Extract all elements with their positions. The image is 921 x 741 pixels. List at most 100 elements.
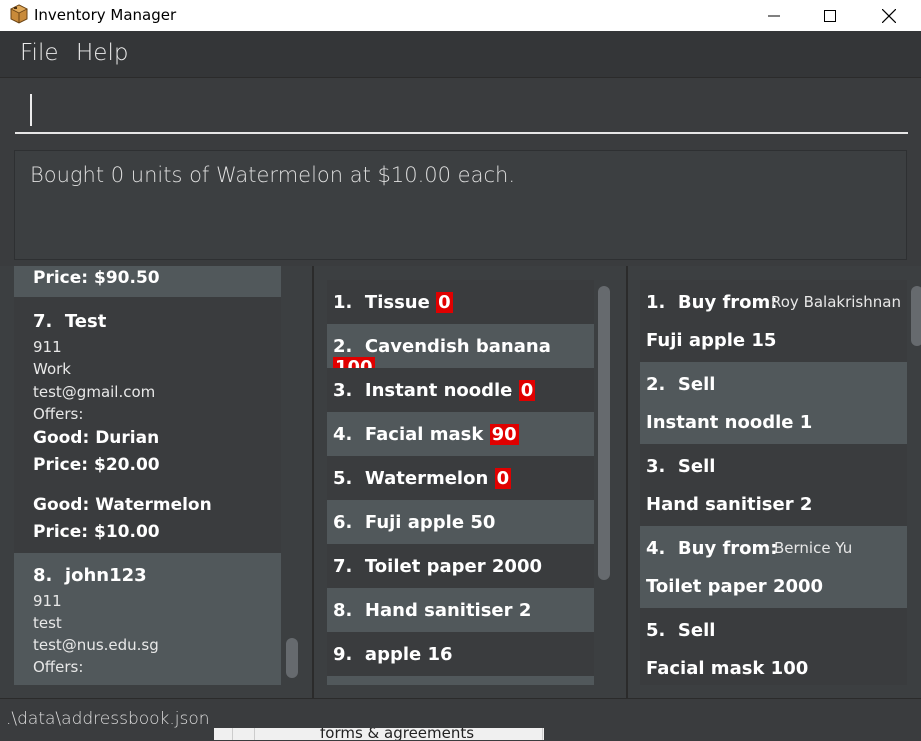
inventory-row[interactable]: 6. Fuji apple 50 (327, 500, 594, 544)
contact-address: test (33, 614, 62, 632)
result-text: Bought 0 units of Watermelon at $10.00 e… (30, 163, 515, 187)
contact-index: 8. (33, 565, 53, 586)
item-index: 9. (333, 644, 353, 665)
inventory-row[interactable]: 7. Toilet paper 2000 (327, 544, 594, 588)
item-name: apple (364, 644, 422, 665)
minimize-icon (768, 15, 780, 16)
item-quantity: 90 (489, 424, 519, 445)
inventory-row[interactable]: 9. apple 16 (327, 632, 594, 676)
item-quantity: 16 (427, 644, 453, 665)
item-name: Fuji apple (364, 512, 465, 533)
contact-card-7[interactable]: 7. Test 911 Work test@gmail.com Offers: … (14, 297, 281, 553)
item-quantity: 2000 (491, 556, 542, 577)
item-quantity: 0 (494, 468, 512, 489)
transaction-row[interactable]: 4. Buy from: Bernice Yu Toilet paper 200… (640, 526, 907, 608)
item-index: 1. (333, 292, 353, 313)
item-quantity: 50 (470, 512, 496, 533)
item-name: Cavendish banana (364, 336, 551, 357)
item-name: Tissue (364, 292, 430, 313)
text-caret (30, 94, 32, 126)
transaction-row[interactable]: 1. Buy from: Roy Balakrishnan Fuji apple… (640, 280, 907, 362)
contact-name: john123 (64, 565, 147, 586)
inventory-row[interactable]: 8. Hand sanitiser 2 (327, 588, 594, 632)
offer-price: Price: $10.00 (33, 522, 160, 542)
command-input[interactable] (15, 88, 908, 134)
background-text: forms & agreements (320, 728, 475, 740)
inventory-row[interactable]: 1. Tissue 0 (327, 280, 594, 324)
transaction-index: 1. (646, 292, 666, 313)
transactions-list[interactable]: 1. Buy from: Roy Balakrishnan Fuji apple… (640, 280, 907, 685)
transaction-type: Buy from: (677, 538, 778, 559)
list-item[interactable]: Price: $90.50 (14, 266, 281, 297)
close-button[interactable] (866, 0, 912, 31)
contact-header: 8. john123 (33, 565, 147, 586)
item-name: Toilet paper (364, 556, 486, 577)
item-name: Hand sanitiser (364, 600, 513, 621)
item-index: 4. (333, 424, 353, 445)
inventory-row[interactable]: 3. Instant noodle 0 (327, 368, 594, 412)
item-name: Facial mask (364, 424, 484, 445)
contacts-scrollbar[interactable] (286, 638, 298, 678)
command-area (0, 78, 921, 142)
contact-email: test@gmail.com (33, 383, 156, 401)
contact-email: test@nus.edu.sg (33, 636, 159, 654)
item-quantity: 0 (436, 292, 453, 313)
contact-header: 7. Test (33, 311, 106, 332)
contact-name: Test (64, 311, 107, 332)
transactions-pane: 1. Buy from: Roy Balakrishnan Fuji apple… (628, 266, 921, 698)
maximize-icon (824, 9, 836, 22)
inventory-row[interactable]: 2. Cavendish banana 100 (327, 324, 594, 378)
inventory-row[interactable]: 4. Facial mask 90 (327, 412, 594, 456)
contacts-list[interactable]: Price: $90.50 7. Test 911 Work test@gmai… (14, 266, 281, 685)
inventory-pane: 1. Tissue 0 2. Cavendish banana 100 3. I… (314, 266, 626, 698)
contact-address: Work (33, 360, 71, 378)
inventory-list[interactable]: 1. Tissue 0 2. Cavendish banana 100 3. I… (327, 280, 594, 685)
transaction-row[interactable]: 2. Sell Instant noodle 1 (640, 362, 907, 444)
item-index: 7. (333, 556, 353, 577)
save-location: .\data\addressbook.json (6, 709, 210, 729)
transaction-index: 3. (646, 456, 666, 477)
transaction-item: Hand sanitiser 2 (646, 494, 813, 515)
contact-phone: 911 (33, 338, 62, 356)
maximize-button[interactable] (807, 0, 853, 31)
transaction-party: Bernice Yu (774, 539, 853, 557)
result-display-area: Bought 0 units of Watermelon at $10.00 e… (0, 142, 921, 266)
menu-bar: File Help (0, 31, 921, 78)
transactions-scrollbar[interactable] (911, 286, 921, 346)
transaction-index: 5. (646, 620, 666, 641)
inventory-scrollbar[interactable] (598, 286, 610, 580)
transaction-type: Buy from: (677, 292, 778, 313)
transaction-item: Instant noodle 1 (646, 412, 813, 433)
item-index: 6. (333, 512, 353, 533)
menu-file[interactable]: File (20, 40, 59, 66)
transaction-type: Sell (677, 374, 716, 395)
contacts-pane: Price: $90.50 7. Test 911 Work test@gmai… (0, 266, 312, 698)
transaction-item: Facial mask 100 (646, 658, 809, 679)
contact-phone: 911 (33, 592, 62, 610)
transaction-index: 4. (646, 538, 666, 559)
contact-index: 7. (33, 311, 53, 332)
inventory-row[interactable] (327, 676, 594, 685)
window-title: Inventory Manager (34, 6, 177, 24)
offer-price: Price: $20.00 (33, 455, 160, 475)
item-name: Watermelon (364, 468, 489, 489)
transaction-type: Sell (677, 620, 716, 641)
item-index: 3. (333, 380, 353, 401)
offer-good: Good: Durian (33, 428, 160, 448)
transaction-party: Roy Balakrishnan (771, 293, 901, 311)
transaction-row[interactable]: 5. Sell Facial mask 100 (640, 608, 907, 685)
price-label: Price: $90.50 (33, 268, 160, 288)
inventory-row[interactable]: 5. Watermelon 0 (327, 456, 594, 500)
menu-help[interactable]: Help (76, 40, 128, 66)
item-name: Instant noodle (364, 380, 513, 401)
offers-label: Offers: (33, 658, 84, 676)
offer-good: Good: Watermelon (33, 495, 212, 515)
title-bar: Inventory Manager (0, 0, 921, 31)
item-quantity: 0 (518, 380, 536, 401)
transaction-item: Toilet paper 2000 (646, 576, 824, 597)
transaction-type: Sell (677, 456, 716, 477)
transaction-row[interactable]: 3. Sell Hand sanitiser 2 (640, 444, 907, 526)
item-quantity: 2 (518, 600, 532, 621)
minimize-button[interactable] (751, 0, 797, 31)
contact-card-8[interactable]: 8. john123 911 test test@nus.edu.sg Offe… (14, 553, 281, 685)
